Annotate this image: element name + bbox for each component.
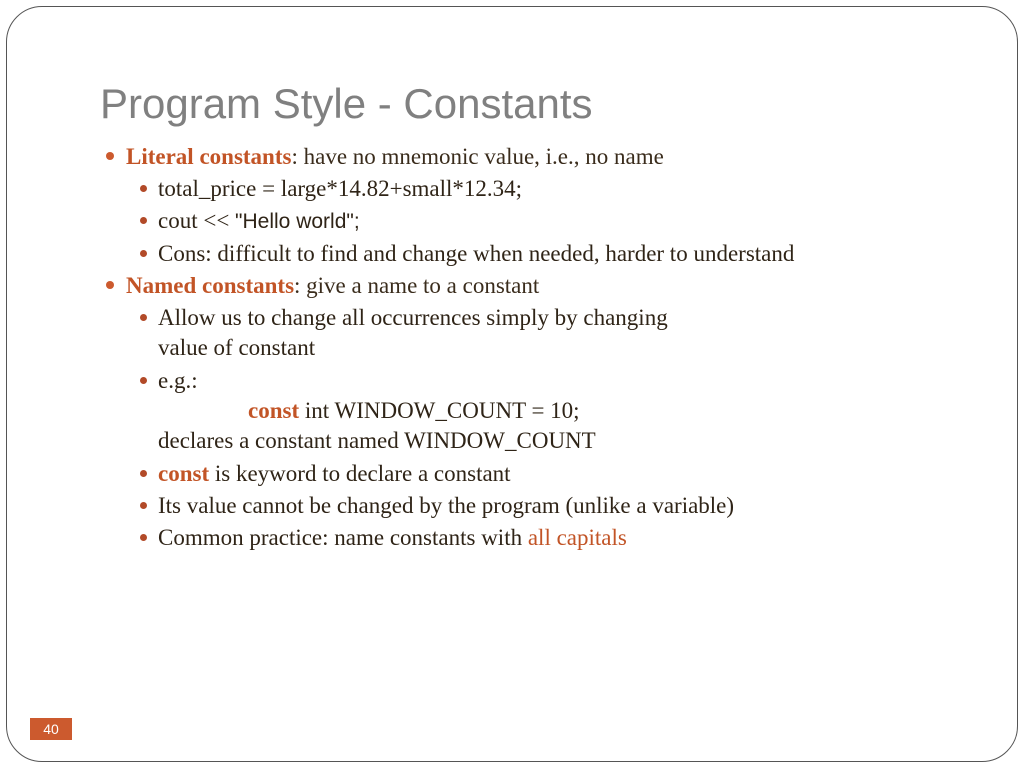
const-keyword-rest: is keyword to declare a constant <box>209 461 510 486</box>
practice-pre: Common practice: name constants with <box>158 525 528 550</box>
eg-code-rest: int WINDOW_COUNT = 10; <box>299 398 579 423</box>
sub-total-price: total_price = large*14.82+small*12.34; <box>158 174 954 204</box>
cout-quote: "Hello world"; <box>235 210 360 233</box>
practice-all-caps: all capitals <box>528 525 627 550</box>
sub-list-literal: total_price = large*14.82+small*12.34; c… <box>126 174 954 269</box>
slide-title: Program Style - Constants <box>100 80 954 128</box>
eg-label: e.g.: <box>158 368 198 393</box>
sub-example: e.g.: const int WINDOW_COUNT = 10; decla… <box>158 366 954 457</box>
const-keyword: const <box>248 398 299 423</box>
const-keyword-2: const <box>158 461 209 486</box>
sub-allow-change: Allow us to change all occurrences simpl… <box>158 303 678 364</box>
sub-list-named: Allow us to change all occurrences simpl… <box>126 303 954 554</box>
eg-declares: declares a constant named WINDOW_COUNT <box>158 428 596 453</box>
heading-named-tail: : give a name to a constant <box>294 273 539 298</box>
page-number-badge: 40 <box>30 718 72 740</box>
bullet-literal-constants: Literal constants: have no mnemonic valu… <box>126 142 954 269</box>
heading-literal-tail: : have no mnemonic value, i.e., no name <box>291 144 663 169</box>
slide-content: Program Style - Constants Literal consta… <box>100 80 954 556</box>
sub-const-keyword: const is keyword to declare a constant <box>158 459 954 489</box>
sub-cons: Cons: difficult to find and change when … <box>158 239 954 269</box>
bullet-named-constants: Named constants: give a name to a consta… <box>126 271 954 554</box>
sub-cout: cout << "Hello world"; <box>158 206 954 236</box>
bullet-list: Literal constants: have no mnemonic valu… <box>100 142 954 554</box>
eg-code: const int WINDOW_COUNT = 10; <box>158 396 954 426</box>
sub-cannot-change: Its value cannot be changed by the progr… <box>158 491 954 521</box>
sub-common-practice: Common practice: name constants with all… <box>158 523 954 553</box>
cout-pre: cout << <box>158 208 235 233</box>
heading-literal: Literal constants <box>126 144 291 169</box>
heading-named: Named constants <box>126 273 294 298</box>
